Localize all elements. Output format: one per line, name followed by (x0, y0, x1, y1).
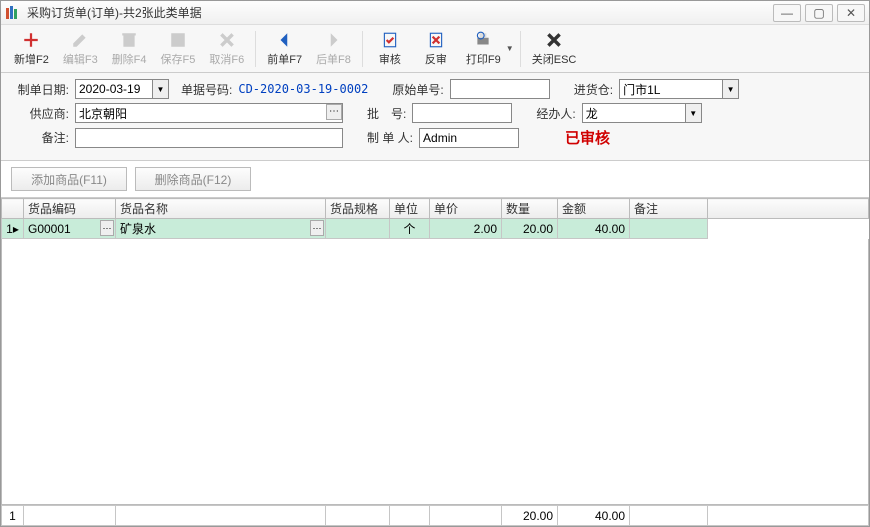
close-window-button[interactable]: ✕ (837, 4, 865, 22)
print-button[interactable]: 打印F9 (459, 27, 508, 71)
chevron-down-icon: ▼ (722, 80, 738, 98)
arrow-right-icon (324, 31, 342, 49)
del-item-button[interactable]: 删除商品(F12) (135, 167, 251, 191)
handler-field[interactable]: 龙 ▼ (582, 103, 702, 123)
cell-qty[interactable]: 20.00 (502, 219, 558, 239)
close-button[interactable]: 关闭ESC (525, 27, 584, 71)
maker-label: 制 单 人: (367, 129, 413, 146)
col-code[interactable]: 货品编码 (24, 199, 116, 219)
unaudit-button[interactable]: 反审 (413, 27, 459, 71)
minimize-button[interactable]: — (773, 4, 801, 22)
toolbar-separator (255, 31, 256, 67)
cell-price[interactable]: 2.00 (430, 219, 502, 239)
date-field[interactable]: 2020-03-19 ▼ (75, 79, 169, 99)
status-badge: 已审核 (565, 127, 610, 148)
chevron-down-icon: ▼ (152, 80, 168, 98)
toolbar-separator (362, 31, 363, 67)
cell-amount[interactable]: 40.00 (558, 219, 630, 239)
table-row[interactable]: 1▸ G00001⋯ 矿泉水⋯ 个 2.00 20.00 40.00 (2, 219, 869, 239)
col-spec[interactable]: 货品规格 (326, 199, 390, 219)
new-button[interactable]: 新增F2 (7, 27, 56, 71)
whs-label: 进货仓: (574, 81, 613, 98)
docno-value: CD-2020-03-19-0002 (238, 82, 368, 96)
chevron-down-icon: ▼ (685, 104, 701, 122)
cell-remark[interactable] (630, 219, 708, 239)
maker-field[interactable] (419, 128, 519, 148)
form-area: 制单日期: 2020-03-19 ▼ 单据号码: CD-2020-03-19-0… (1, 73, 869, 161)
ellipsis-icon[interactable]: ⋯ (100, 220, 114, 236)
cancel-icon (218, 31, 236, 49)
close-icon (545, 31, 563, 49)
origno-label: 原始单号: (392, 81, 443, 98)
unaudit-icon (427, 31, 445, 49)
save-button[interactable]: 保存F5 (154, 27, 203, 71)
save-icon (169, 31, 187, 49)
date-label: 制单日期: (15, 81, 69, 98)
window-buttons: — ▢ ✕ (773, 4, 865, 22)
footer-qty: 20.00 (502, 506, 558, 526)
footer-idx: 1 (2, 506, 24, 526)
supplier-field[interactable]: ⋯ (75, 103, 343, 123)
origno-field[interactable] (450, 79, 550, 99)
toolbar-separator (520, 31, 521, 67)
cancel-button[interactable]: 取消F6 (202, 27, 251, 71)
footer-row: 1 20.00 40.00 (2, 506, 869, 526)
toolbar: 新增F2 编辑F3 删除F4 保存F5 取消F6 前单F7 后单F8 (1, 25, 869, 73)
print-dropdown-icon[interactable]: ▼ (506, 44, 516, 53)
cell-code[interactable]: G00001⋯ (24, 219, 116, 239)
app-icon (5, 5, 21, 21)
titlebar: 采购订货单(订单)-共2张此类单据 — ▢ ✕ (1, 1, 869, 25)
plus-icon (22, 31, 40, 49)
edit-icon (71, 31, 89, 49)
col-remark[interactable]: 备注 (630, 199, 708, 219)
ellipsis-icon[interactable]: ⋯ (310, 220, 324, 236)
col-name[interactable]: 货品名称 (116, 199, 326, 219)
batch-label: 批 号: (367, 105, 406, 122)
batch-field[interactable] (412, 103, 512, 123)
grid-header-row: 货品编码 货品名称 货品规格 单位 单价 数量 金额 备注 (2, 199, 869, 219)
col-unit[interactable]: 单位 (390, 199, 430, 219)
items-grid[interactable]: 货品编码 货品名称 货品规格 单位 单价 数量 金额 备注 1▸ G00001⋯… (1, 198, 869, 239)
cell-unit[interactable]: 个 (390, 219, 430, 239)
cell-spec[interactable] (326, 219, 390, 239)
remark-label: 备注: (15, 129, 69, 146)
col-amount[interactable]: 金额 (558, 199, 630, 219)
prev-button[interactable]: 前单F7 (260, 27, 309, 71)
docno-label: 单据号码: (181, 81, 232, 98)
row-indicator: 1▸ (2, 219, 24, 239)
print-icon (474, 31, 492, 49)
grid-footer: 1 20.00 40.00 (1, 504, 869, 526)
delete-button[interactable]: 删除F4 (105, 27, 154, 71)
grid-area: 货品编码 货品名称 货品规格 单位 单价 数量 金额 备注 1▸ G00001⋯… (1, 197, 869, 526)
delete-icon (120, 31, 138, 49)
remark-field[interactable] (75, 128, 343, 148)
maximize-button[interactable]: ▢ (805, 4, 833, 22)
app-window: 采购订货单(订单)-共2张此类单据 — ▢ ✕ 新增F2 编辑F3 删除F4 保… (0, 0, 870, 527)
ellipsis-icon[interactable]: ⋯ (326, 104, 342, 120)
supplier-label: 供应商: (15, 105, 69, 122)
cell-name[interactable]: 矿泉水⋯ (116, 219, 326, 239)
edit-button[interactable]: 编辑F3 (56, 27, 105, 71)
arrow-left-icon (276, 31, 294, 49)
next-button[interactable]: 后单F8 (309, 27, 358, 71)
whs-field[interactable]: 门市1L ▼ (619, 79, 739, 99)
handler-label: 经办人: (536, 105, 575, 122)
window-title: 采购订货单(订单)-共2张此类单据 (27, 4, 773, 21)
grid-buttons: 添加商品(F11) 删除商品(F12) (1, 161, 869, 197)
footer-amount: 40.00 (558, 506, 630, 526)
col-qty[interactable]: 数量 (502, 199, 558, 219)
audit-icon (381, 31, 399, 49)
add-item-button[interactable]: 添加商品(F11) (11, 167, 127, 191)
col-price[interactable]: 单价 (430, 199, 502, 219)
grid-blank-area (1, 239, 869, 504)
audit-button[interactable]: 审核 (367, 27, 413, 71)
